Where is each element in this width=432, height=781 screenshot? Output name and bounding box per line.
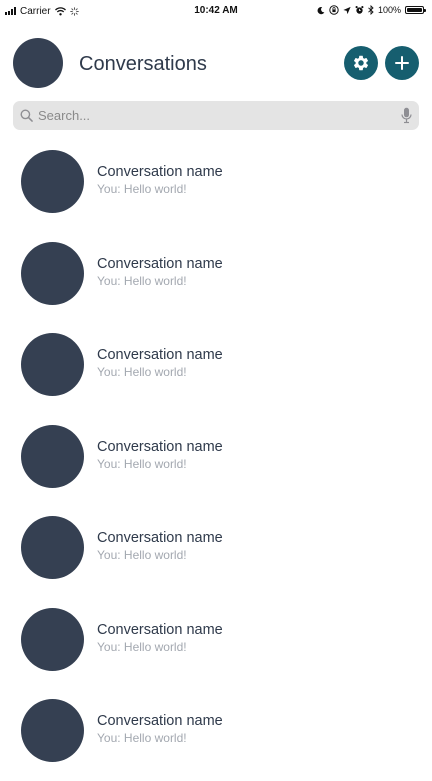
conversation-preview: You: Hello world! bbox=[97, 365, 187, 379]
conversation-item[interactable]: Conversation name You: Hello world! bbox=[0, 689, 432, 781]
search-input[interactable] bbox=[38, 101, 393, 130]
page-title: Conversations bbox=[79, 53, 207, 75]
plus-icon bbox=[395, 56, 409, 70]
status-bar-right: 100% bbox=[317, 4, 426, 16]
status-bar: Carrier 10:42 AM 100% bbox=[0, 0, 432, 22]
add-conversation-button[interactable] bbox=[385, 46, 419, 80]
lock-rotation-icon bbox=[329, 5, 339, 15]
conversation-preview: You: Hello world! bbox=[97, 548, 187, 562]
settings-button[interactable] bbox=[344, 46, 378, 80]
conversation-item[interactable]: Conversation name You: Hello world! bbox=[0, 140, 432, 232]
moon-icon bbox=[317, 6, 325, 14]
conversation-name: Conversation name bbox=[97, 438, 223, 455]
conversation-item[interactable]: Conversation name You: Hello world! bbox=[0, 598, 432, 690]
conversation-item[interactable]: Conversation name You: Hello world! bbox=[0, 415, 432, 507]
battery-percent: 100% bbox=[377, 5, 401, 15]
conversation-preview: You: Hello world! bbox=[97, 456, 187, 471]
location-icon bbox=[343, 6, 351, 14]
conversation-name: Conversation name bbox=[97, 621, 223, 638]
bluetooth-icon bbox=[368, 5, 374, 15]
conversation-list: Conversation name You: Hello world! Conv… bbox=[0, 140, 432, 781]
battery-level bbox=[407, 8, 422, 12]
conversation-avatar bbox=[21, 607, 84, 671]
conversation-name: Conversation name bbox=[97, 255, 223, 272]
search-icon bbox=[20, 109, 33, 122]
conversation-avatar bbox=[21, 424, 84, 488]
conversation-item[interactable]: Conversation name You: Hello world! bbox=[0, 506, 432, 598]
conversation-preview: You: Hello world! bbox=[97, 182, 187, 196]
header: Conversations bbox=[0, 38, 432, 88]
profile-avatar[interactable] bbox=[13, 38, 63, 88]
battery-icon bbox=[405, 6, 426, 14]
conversation-name: Conversation name bbox=[97, 530, 223, 546]
conversation-preview: You: Hello world! bbox=[97, 273, 187, 288]
conversation-avatar bbox=[21, 241, 84, 305]
conversation-preview: You: Hello world! bbox=[97, 731, 187, 745]
alarm-icon bbox=[355, 6, 364, 14]
conversation-avatar bbox=[21, 516, 84, 579]
microphone-icon[interactable] bbox=[401, 107, 412, 124]
conversation-avatar bbox=[21, 699, 84, 762]
conversation-name: Conversation name bbox=[97, 347, 223, 363]
conversation-preview: You: Hello world! bbox=[97, 639, 187, 654]
conversation-item[interactable]: Conversation name You: Hello world! bbox=[0, 323, 432, 415]
conversation-item[interactable]: Conversation name You: Hello world! bbox=[0, 232, 432, 324]
conversation-avatar bbox=[21, 333, 84, 396]
search-bar bbox=[13, 101, 419, 130]
conversation-avatar bbox=[21, 150, 84, 213]
gear-icon bbox=[353, 55, 369, 71]
conversation-name: Conversation name bbox=[97, 164, 223, 180]
conversation-name: Conversation name bbox=[97, 713, 223, 729]
